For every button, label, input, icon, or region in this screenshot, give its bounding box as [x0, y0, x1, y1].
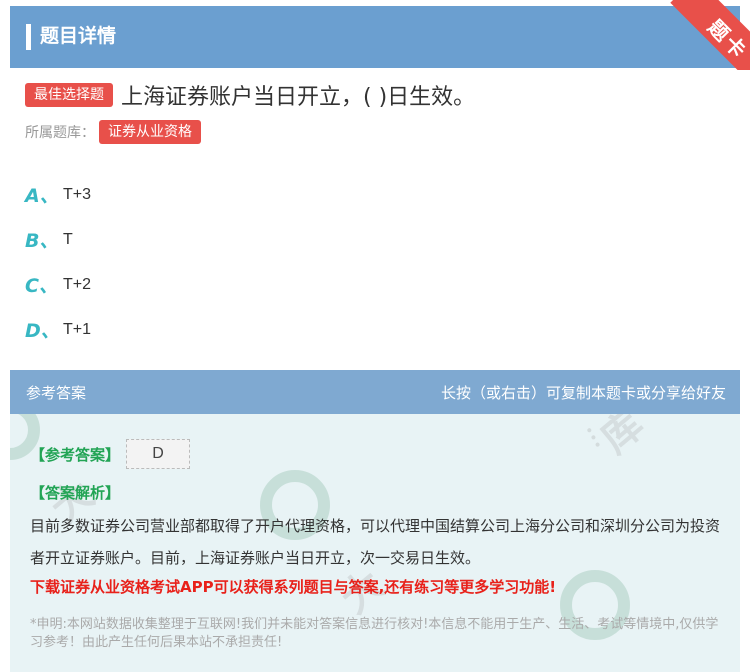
- option-letter: A、: [25, 185, 59, 207]
- option-text: T+3: [63, 185, 92, 203]
- answer-section-title: 参考答案: [26, 384, 87, 402]
- question-text: 上海证券账户当日开立，( )日生效。: [121, 85, 476, 110]
- question-type-badge: 最佳选择题: [25, 83, 113, 107]
- option-letter: C、: [25, 275, 58, 297]
- disclaimer-text: *申明:本网站数据收集整理于互联网!我们并未能对答案信息进行核对!本信息不能用于…: [30, 617, 719, 650]
- page-header: 题目详情: [10, 6, 740, 68]
- option-b[interactable]: B、 T: [25, 217, 725, 262]
- app-promo-link[interactable]: 下载证券从业资格考试APP可以获得系列题目与答案,还有练习等更多学习功能!: [30, 576, 556, 597]
- watermark-url: •••: [579, 423, 606, 453]
- header-accent-bar: [26, 24, 31, 50]
- page-title: 题目详情: [40, 25, 117, 47]
- analysis-label: 【答案解析】: [30, 484, 121, 502]
- reference-answer-row: 【参考答案】 D: [30, 438, 191, 470]
- option-letter: B、: [25, 230, 59, 252]
- analysis-text: 目前多数证券公司营业部都取得了开户代理资格，可以代理中国结算公司上海分公司和深圳…: [30, 517, 721, 567]
- option-letter: D、: [25, 320, 60, 342]
- option-text: T+1: [63, 320, 92, 338]
- answer-panel: 大 大 库 ••• 参考答案 长按（或右击）可复制本题卡或分享给好友 【参考答案…: [10, 370, 740, 672]
- bank-name-badge[interactable]: 证券从业资格: [99, 120, 201, 144]
- option-a[interactable]: A、 T+3: [25, 172, 725, 217]
- question-row: 最佳选择题 上海证券账户当日开立，( )日生效。: [25, 78, 735, 112]
- option-c[interactable]: C、 T+2: [25, 262, 725, 307]
- bank-label: 所属题库：: [25, 125, 95, 141]
- option-text: T: [63, 230, 73, 248]
- option-d[interactable]: D、 T+1: [25, 307, 725, 352]
- option-text: T+2: [63, 275, 92, 293]
- options-list: A、 T+3 B、 T C、 T+2 D、 T+1: [25, 172, 725, 352]
- share-hint[interactable]: 长按（或右击）可复制本题卡或分享给好友: [441, 382, 726, 403]
- reference-answer-value: D: [126, 439, 191, 469]
- question-bank-row: 所属题库： 证券从业资格: [25, 119, 201, 145]
- answer-header: 参考答案 长按（或右击）可复制本题卡或分享给好友: [10, 370, 740, 414]
- reference-answer-label: 【参考答案】: [30, 445, 121, 464]
